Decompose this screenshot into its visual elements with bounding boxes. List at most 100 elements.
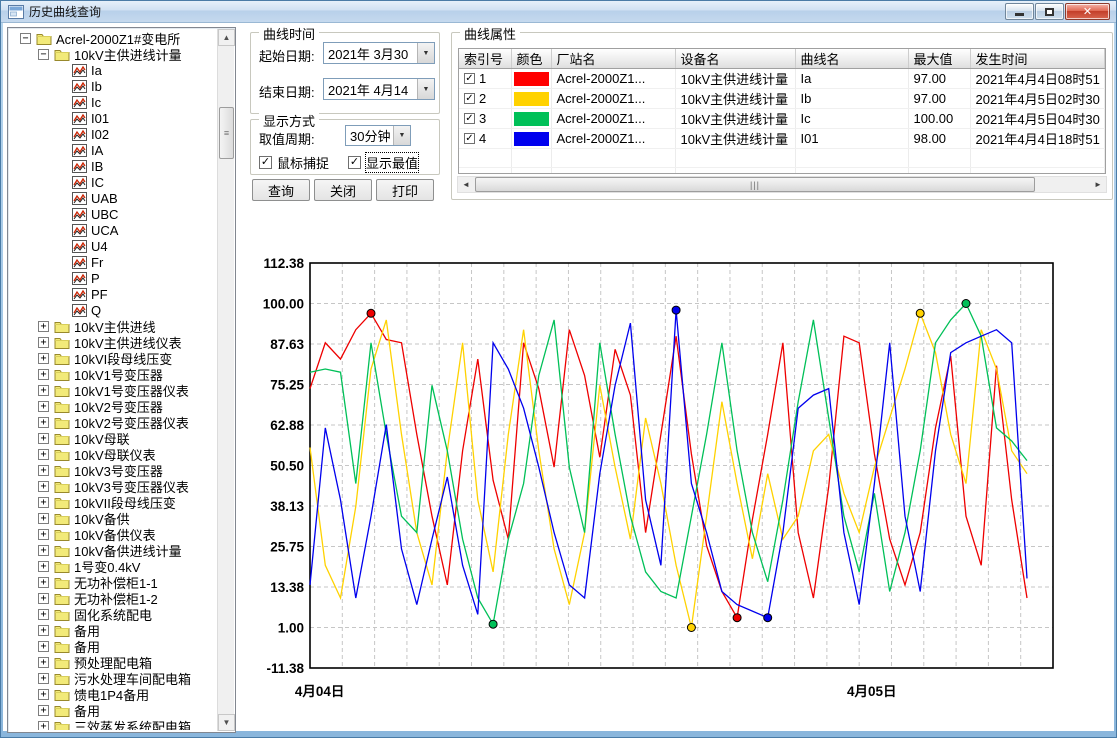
expand-icon[interactable]: +: [38, 385, 49, 396]
expand-icon[interactable]: +: [38, 721, 49, 731]
expand-icon[interactable]: +: [38, 545, 49, 556]
table-row[interactable]: ✓2Acrel-2000Z1...10kV主供进线计量Ib97.002021年4…: [459, 89, 1105, 109]
tree-item-curve-16[interactable]: PF: [10, 286, 217, 302]
scroll-down-arrow-icon[interactable]: ▼: [218, 714, 235, 731]
expand-icon[interactable]: +: [38, 689, 49, 700]
maximize-icon: [1045, 8, 1054, 16]
curve-color-swatch: [514, 112, 549, 126]
expand-icon[interactable]: +: [38, 529, 49, 540]
tree-item-curve-10[interactable]: UAB: [10, 190, 217, 206]
expand-icon[interactable]: +: [38, 641, 49, 652]
folder-icon: [54, 320, 70, 333]
column-header[interactable]: 曲线名: [795, 49, 908, 69]
device-tree: −Acrel-2000Z1#变电所−10kV主供进线计量IaIbIcI01I02…: [10, 30, 217, 730]
table-header[interactable]: 索引号颜色厂站名设备名曲线名最大值发生时间: [459, 49, 1105, 69]
scroll-up-arrow-icon[interactable]: ▲: [218, 29, 235, 46]
expand-icon[interactable]: +: [38, 577, 49, 588]
tree-item-label: I01: [91, 111, 109, 126]
expand-icon[interactable]: +: [38, 417, 49, 428]
tree-vertical-scrollbar[interactable]: ▲ ≡ ▼: [217, 29, 234, 731]
tree-item-curve-7[interactable]: IA: [10, 142, 217, 158]
minimize-button[interactable]: [1005, 3, 1034, 20]
tree-item-curve-4[interactable]: Ic: [10, 94, 217, 110]
expand-icon[interactable]: +: [38, 497, 49, 508]
row-checkbox[interactable]: ✓: [464, 113, 475, 124]
column-header[interactable]: 颜色: [511, 49, 551, 69]
curve-properties-group: 曲线属性 索引号颜色厂站名设备名曲线名最大值发生时间 ✓1Acrel-2000Z…: [451, 32, 1113, 200]
column-header[interactable]: 厂站名: [551, 49, 675, 69]
tree-item-curve-12[interactable]: UCA: [10, 222, 217, 238]
titlebar[interactable]: 历史曲线查询 ✕: [1, 1, 1116, 23]
chevron-down-icon[interactable]: ▼: [417, 79, 434, 99]
expand-icon[interactable]: +: [38, 673, 49, 684]
tree-item-curve-6[interactable]: I02: [10, 126, 217, 142]
expand-icon[interactable]: +: [38, 481, 49, 492]
expand-icon[interactable]: +: [38, 353, 49, 364]
chevron-down-icon[interactable]: ▼: [417, 43, 434, 63]
expand-icon[interactable]: +: [38, 513, 49, 524]
start-date-picker[interactable]: 2021年 3月30 ▼: [323, 42, 435, 64]
collapse-icon[interactable]: −: [20, 33, 31, 44]
client-area: −Acrel-2000Z1#变电所−10kV主供进线计量IaIbIcI01I02…: [3, 23, 1114, 731]
expand-icon[interactable]: +: [38, 337, 49, 348]
expand-icon[interactable]: +: [38, 561, 49, 572]
curve-name-cell: Ib: [795, 89, 908, 109]
tree-item-curve-8[interactable]: IB: [10, 158, 217, 174]
chevron-down-icon[interactable]: ▼: [393, 126, 410, 145]
expand-icon[interactable]: +: [38, 401, 49, 412]
folder-icon: [54, 608, 70, 621]
expand-icon[interactable]: +: [38, 465, 49, 476]
folder-icon: [54, 720, 70, 731]
expand-icon[interactable]: +: [38, 433, 49, 444]
column-header[interactable]: 发生时间: [970, 49, 1105, 69]
scroll-right-arrow-icon[interactable]: ►: [1090, 177, 1106, 192]
column-header[interactable]: 设备名: [675, 49, 795, 69]
close-dialog-button[interactable]: 关闭: [314, 179, 372, 201]
row-checkbox[interactable]: ✓: [464, 133, 475, 144]
mouse-capture-checkbox[interactable]: ✓ 鼠标捕捉: [259, 153, 329, 172]
maximize-button[interactable]: [1035, 3, 1064, 20]
show-extremes-checkbox[interactable]: ✓ 显示最值: [348, 153, 418, 172]
close-button[interactable]: ✕: [1065, 3, 1110, 20]
expand-icon[interactable]: +: [38, 625, 49, 636]
end-date-picker[interactable]: 2021年 4月14 ▼: [323, 78, 435, 100]
column-header[interactable]: 最大值: [908, 49, 970, 69]
print-button[interactable]: 打印: [376, 179, 434, 201]
expand-icon[interactable]: +: [38, 369, 49, 380]
table-row[interactable]: ✓1Acrel-2000Z1...10kV主供进线计量Ia97.002021年4…: [459, 69, 1105, 89]
tree-scrollbar-thumb[interactable]: ≡: [219, 107, 234, 159]
tree-item-node-36[interactable]: +固化系统配电: [10, 606, 217, 622]
tree-item-node-41[interactable]: +馈电1P4备用: [10, 686, 217, 702]
tree-item-curve-2[interactable]: Ia: [10, 62, 217, 78]
table-horizontal-scrollbar[interactable]: ◄ ||| ►: [457, 176, 1107, 193]
tree-item-curve-14[interactable]: Fr: [10, 254, 217, 270]
tree-item-curve-9[interactable]: IC: [10, 174, 217, 190]
period-select[interactable]: 30分钟 ▼: [345, 125, 411, 146]
tree-item-node-37[interactable]: +备用: [10, 622, 217, 638]
column-header[interactable]: 索引号: [459, 49, 511, 69]
expand-icon[interactable]: +: [38, 321, 49, 332]
scroll-left-arrow-icon[interactable]: ◄: [458, 177, 474, 192]
tree-item-node-1[interactable]: −10kV主供进线计量: [10, 46, 217, 62]
row-checkbox[interactable]: ✓: [464, 73, 475, 84]
curve-time-group-title: 曲线时间: [259, 24, 319, 43]
tree-item-curve-5[interactable]: I01: [10, 110, 217, 126]
expand-icon[interactable]: +: [38, 593, 49, 604]
expand-icon[interactable]: +: [38, 609, 49, 620]
row-checkbox[interactable]: ✓: [464, 93, 475, 104]
expand-icon[interactable]: +: [38, 657, 49, 668]
tree-item-node-43[interactable]: +三效蒸发系统配电箱: [10, 718, 217, 730]
expand-icon[interactable]: +: [38, 449, 49, 460]
table-row[interactable]: ✓4Acrel-2000Z1...10kV主供进线计量I0198.002021年…: [459, 129, 1105, 149]
tree-item-curve-3[interactable]: Ib: [10, 78, 217, 94]
max-value-cell: 100.00: [908, 109, 970, 129]
tree-item-curve-11[interactable]: UBC: [10, 206, 217, 222]
tree-item-curve-13[interactable]: U4: [10, 238, 217, 254]
collapse-icon[interactable]: −: [38, 49, 49, 60]
query-button[interactable]: 查询: [252, 179, 310, 201]
table-scrollbar-thumb[interactable]: |||: [475, 177, 1035, 192]
expand-icon[interactable]: +: [38, 705, 49, 716]
table-row[interactable]: ✓3Acrel-2000Z1...10kV主供进线计量Ic100.002021年…: [459, 109, 1105, 129]
tree-item-curve-15[interactable]: P: [10, 270, 217, 286]
row-index: 1: [479, 71, 486, 86]
